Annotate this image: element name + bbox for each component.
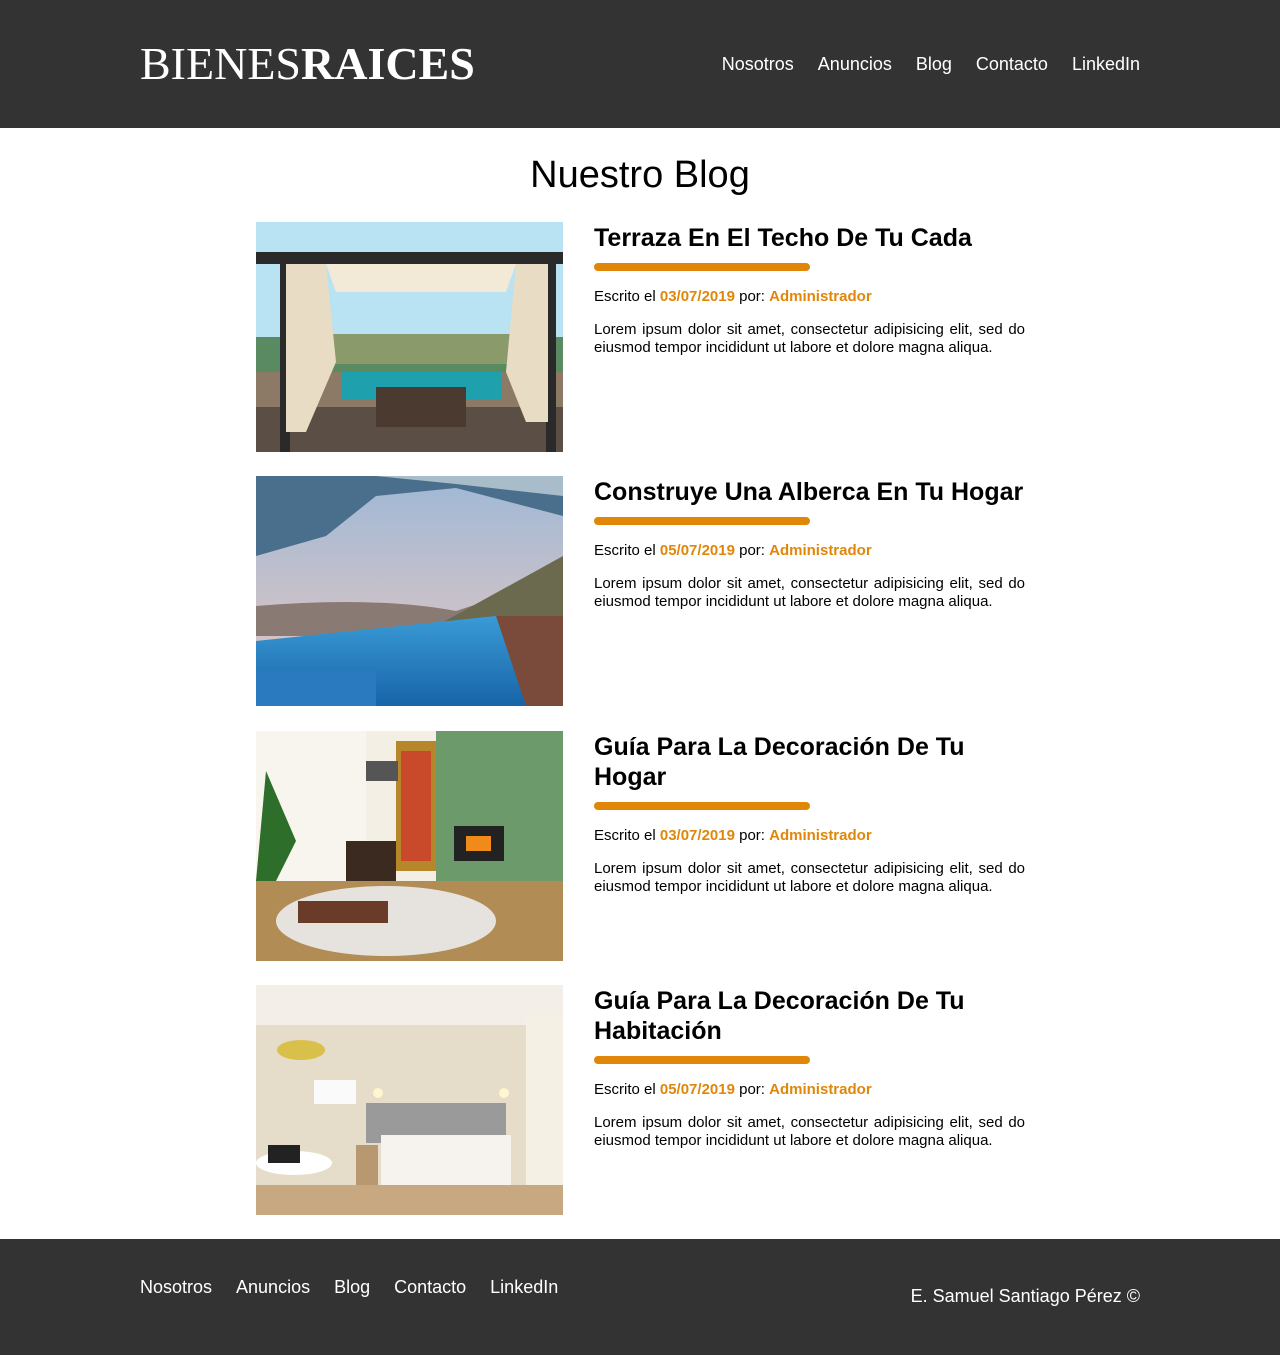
title-underline bbox=[594, 517, 810, 525]
entry-excerpt: Lorem ipsum dolor sit amet, consectetur … bbox=[594, 321, 1025, 356]
nav-link-blog[interactable]: Blog bbox=[916, 54, 952, 75]
logo-text-bold: RAICES bbox=[301, 38, 475, 89]
blog-entry: Guía Para La Decoración De Tu Habitación… bbox=[256, 985, 1026, 1215]
blog-entry: Terraza En El Techo De Tu Cada Escrito e… bbox=[256, 222, 1026, 452]
entry-excerpt: Lorem ipsum dolor sit amet, consectetur … bbox=[594, 860, 1025, 895]
logo-text-thin: BIENES bbox=[140, 38, 301, 89]
entry-content: Terraza En El Techo De Tu Cada Escrito e… bbox=[594, 222, 1025, 452]
meta-prefix: Escrito el bbox=[594, 542, 656, 559]
title-underline bbox=[594, 263, 810, 271]
entry-title[interactable]: Guía Para La Decoración De Tu Hogar bbox=[594, 731, 1025, 792]
entry-meta: Escrito el 03/07/2019 por: Administrador bbox=[594, 288, 1025, 305]
site-header: BIENESRAICES Nosotros Anuncios Blog Cont… bbox=[0, 0, 1280, 128]
meta-by: por: bbox=[739, 542, 765, 559]
entry-date: 05/07/2019 bbox=[659, 1081, 735, 1098]
site-footer: Nosotros Anuncios Blog Contacto LinkedIn… bbox=[0, 1239, 1280, 1355]
footer-link-blog[interactable]: Blog bbox=[334, 1277, 370, 1298]
footer-link-linkedin[interactable]: LinkedIn bbox=[490, 1277, 558, 1298]
entry-title[interactable]: Construye Una Alberca En Tu Hogar bbox=[594, 476, 1025, 507]
entry-author: Administrador bbox=[769, 1081, 872, 1098]
entry-author: Administrador bbox=[769, 542, 872, 559]
entry-date: 03/07/2019 bbox=[659, 288, 735, 305]
meta-prefix: Escrito el bbox=[594, 288, 656, 305]
nav-link-nosotros[interactable]: Nosotros bbox=[722, 54, 794, 75]
entry-content: Guía Para La Decoración De Tu Habitación… bbox=[594, 985, 1025, 1215]
entry-author: Administrador bbox=[769, 288, 872, 305]
blog-entry: Construye Una Alberca En Tu Hogar Escrit… bbox=[256, 476, 1026, 706]
blog-entry: Guía Para La Decoración De Tu Hogar Escr… bbox=[256, 731, 1026, 961]
entry-content: Construye Una Alberca En Tu Hogar Escrit… bbox=[594, 476, 1025, 706]
entry-content: Guía Para La Decoración De Tu Hogar Escr… bbox=[594, 731, 1025, 961]
meta-by: por: bbox=[739, 827, 765, 844]
meta-prefix: Escrito el bbox=[594, 827, 656, 844]
footer-link-contacto[interactable]: Contacto bbox=[394, 1277, 466, 1298]
site-logo[interactable]: BIENESRAICES bbox=[140, 41, 475, 87]
footer-navigation: Nosotros Anuncios Blog Contacto LinkedIn bbox=[140, 1277, 558, 1298]
footer-link-anuncios[interactable]: Anuncios bbox=[236, 1277, 310, 1298]
main-navigation: Nosotros Anuncios Blog Contacto LinkedIn bbox=[722, 54, 1140, 75]
title-underline bbox=[594, 1056, 810, 1064]
copyright-text: E. Samuel Santiago Pérez © bbox=[910, 1286, 1140, 1306]
entry-meta: Escrito el 05/07/2019 por: Administrador bbox=[594, 1081, 1025, 1098]
page-title: Nuestro Blog bbox=[530, 154, 750, 196]
nav-link-contacto[interactable]: Contacto bbox=[976, 54, 1048, 75]
entry-title[interactable]: Guía Para La Decoración De Tu Habitación bbox=[594, 985, 1025, 1046]
rooftop-terrace-image[interactable] bbox=[256, 222, 563, 452]
meta-by: por: bbox=[739, 1081, 765, 1098]
blog-main: Nuestro Blog Terraza En El Techo De Tu C… bbox=[0, 128, 1280, 1239]
title-underline bbox=[594, 802, 810, 810]
entry-meta: Escrito el 03/07/2019 por: Administrador bbox=[594, 827, 1025, 844]
entry-excerpt: Lorem ipsum dolor sit amet, consectetur … bbox=[594, 1114, 1025, 1149]
entry-date: 05/07/2019 bbox=[659, 542, 735, 559]
living-room-image[interactable] bbox=[256, 731, 563, 961]
entry-excerpt: Lorem ipsum dolor sit amet, consectetur … bbox=[594, 575, 1025, 610]
entry-meta: Escrito el 05/07/2019 por: Administrador bbox=[594, 542, 1025, 559]
nav-link-linkedin[interactable]: LinkedIn bbox=[1072, 54, 1140, 75]
entry-date: 03/07/2019 bbox=[659, 827, 735, 844]
infinity-pool-image[interactable] bbox=[256, 476, 563, 706]
entry-author: Administrador bbox=[769, 827, 872, 844]
meta-by: por: bbox=[739, 288, 765, 305]
meta-prefix: Escrito el bbox=[594, 1081, 656, 1098]
footer-link-nosotros[interactable]: Nosotros bbox=[140, 1277, 212, 1298]
nav-link-anuncios[interactable]: Anuncios bbox=[818, 54, 892, 75]
bedroom-image[interactable] bbox=[256, 985, 563, 1215]
entry-title[interactable]: Terraza En El Techo De Tu Cada bbox=[594, 222, 1025, 253]
